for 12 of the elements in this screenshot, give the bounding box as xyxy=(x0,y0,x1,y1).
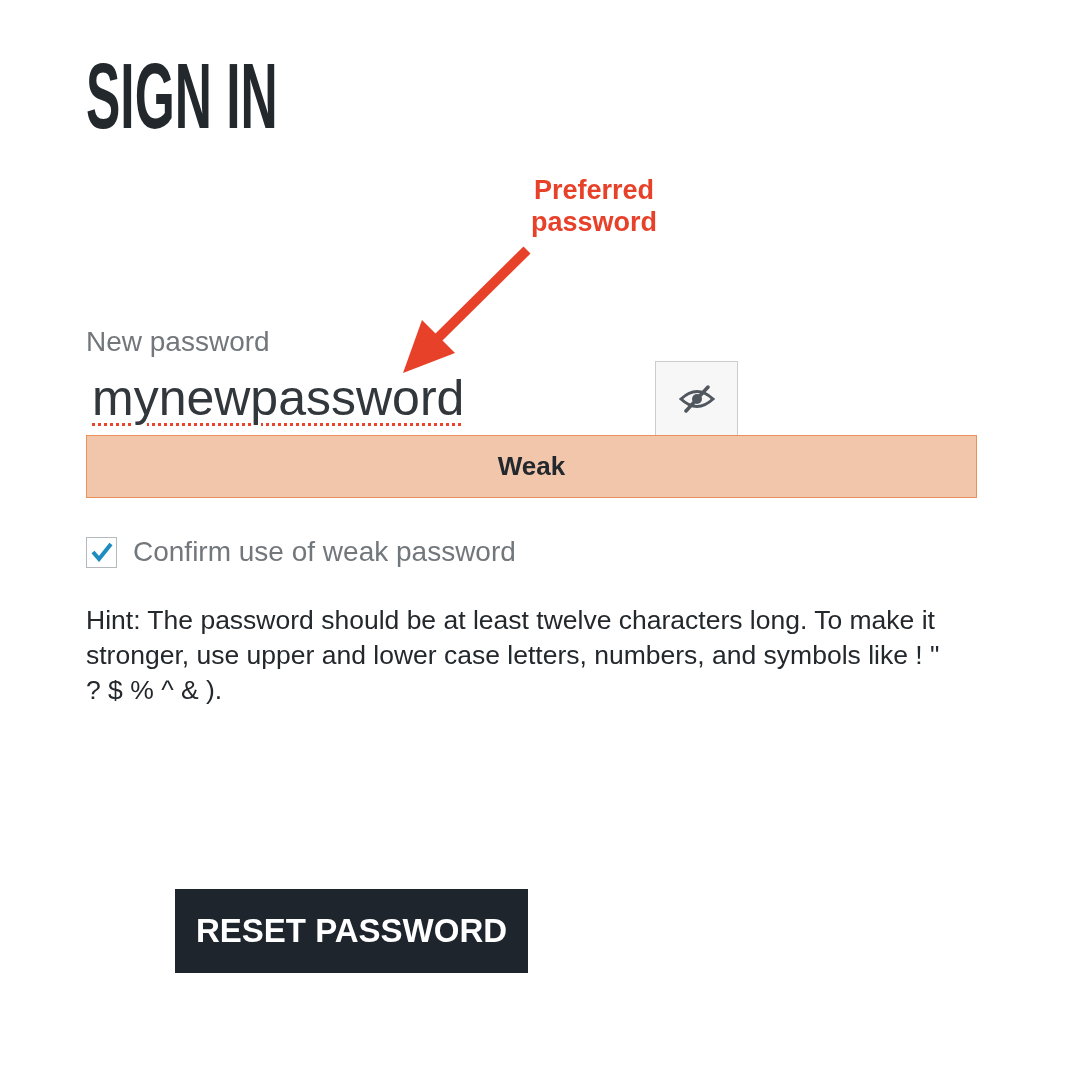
toggle-visibility-button[interactable] xyxy=(655,361,738,435)
hint-text: Hint: The password should be at least twelve characters long. To make it stronger, use upper and lower case letters, numbers, and symbols like ! " ? $ % ^ & ). xyxy=(86,604,941,707)
checkmark-icon xyxy=(90,542,113,562)
eye-slash-icon xyxy=(678,384,715,413)
password-field[interactable]: mynewpassword xyxy=(86,361,655,435)
annotation-label: Preferred password xyxy=(529,174,658,238)
field-label: New password xyxy=(86,325,270,359)
strength-indicator: Weak xyxy=(86,435,977,498)
reset-password-button[interactable]: RESET PASSWORD xyxy=(175,889,529,973)
page-title: SIGN IN xyxy=(86,50,278,142)
checkbox[interactable] xyxy=(86,536,117,568)
checkbox-label[interactable]: Confirm use of weak password xyxy=(133,535,516,569)
